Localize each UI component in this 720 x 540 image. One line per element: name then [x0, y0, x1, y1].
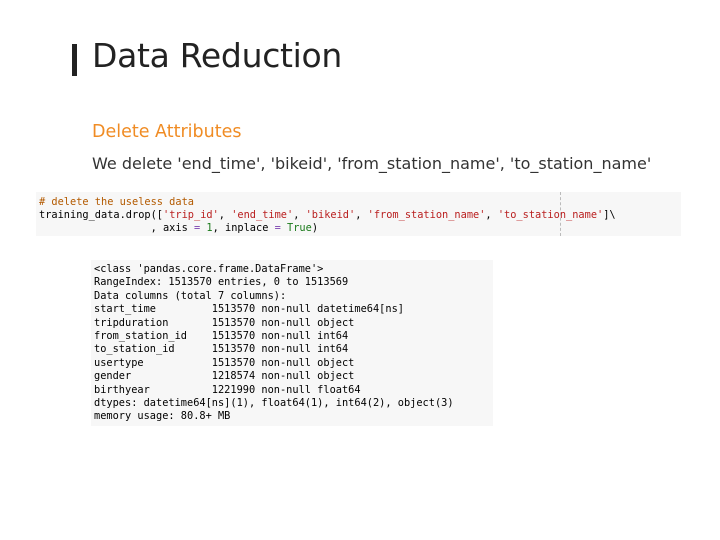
editor-cursor-guide [560, 192, 561, 236]
title-accent-bar [72, 44, 77, 76]
section-subheading: Delete Attributes [92, 122, 242, 142]
code-arg-end-time: 'end_time' [231, 209, 294, 221]
code-line-1: training_data.drop(['trip_id', 'end_time… [39, 209, 681, 222]
code-arg-bikeid: 'bikeid' [305, 209, 356, 221]
code-drop-call: training_data.drop([ [39, 209, 163, 221]
code-inplace-keyword: , inplace [212, 222, 275, 234]
output-line: start_time 1513570 non-null datetime64[n… [94, 303, 404, 316]
code-comment-line: # delete the useless data [39, 196, 681, 209]
output-line: Data columns (total 7 columns): [94, 289, 287, 302]
code-arg-from-station-name: 'from_station_name' [367, 209, 486, 221]
slide-title: Data Reduction [92, 36, 343, 75]
output-line: dtypes: datetime64[ns](1), float64(1), i… [94, 396, 454, 409]
output-line: gender 1218574 non-null object [94, 370, 355, 383]
code-axis-keyword: , axis [39, 222, 194, 234]
code-sep: , [293, 209, 306, 221]
output-line: birthyear 1221990 non-null float64 [94, 383, 361, 396]
code-arg-to-station-name: 'to_station_name' [497, 209, 604, 221]
output-line: from_station_id 1513570 non-null int64 [94, 329, 349, 342]
code-close-paren: ) [311, 222, 319, 234]
code-cell[interactable]: # delete the useless data training_data.d… [36, 192, 681, 236]
code-line-continuation: ]\ [603, 209, 616, 221]
code-sep: , [218, 209, 232, 221]
output-line: usertype 1513570 non-null object [94, 356, 355, 369]
output-line: to_station_id 1513570 non-null int64 [94, 343, 349, 356]
code-arg-trip-id: 'trip_id' [163, 209, 219, 221]
code-sep: , [355, 209, 368, 221]
output-line: tripduration 1513570 non-null object [94, 316, 355, 329]
output-line: RangeIndex: 1513570 entries, 0 to 151356… [94, 276, 349, 289]
output-cell: <class 'pandas.core.frame.DataFrame'> Ran… [91, 260, 493, 426]
output-line: <class 'pandas.core.frame.DataFrame'> [94, 263, 324, 275]
output-line: memory usage: 80.8+ MB [94, 410, 231, 423]
description-text: We delete 'end_time', 'bikeid', 'from_st… [92, 154, 652, 173]
code-line-2: , axis = 1, inplace = True) [39, 222, 681, 235]
code-inplace-value: True [287, 222, 312, 234]
code-comment: # delete the useless data [39, 196, 194, 208]
code-sep: , [485, 209, 498, 221]
